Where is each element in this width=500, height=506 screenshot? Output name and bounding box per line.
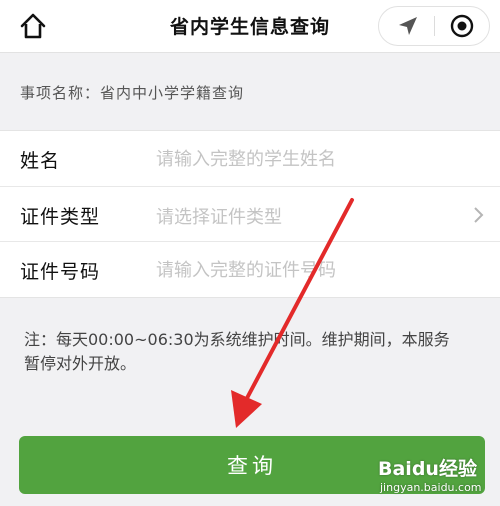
maintenance-notice: 注：每天00:00~06:30为系统维护时间。维护期间，本服务暂停对外开放。 (24, 330, 450, 373)
id-type-select[interactable]: 请选择证件类型 (156, 203, 282, 229)
id-type-label: 证件类型 (20, 206, 101, 228)
watermark-url: jingyan.baidu.com (380, 481, 482, 494)
header-bar: 省内学生信息查询 (0, 0, 500, 53)
form-row-id-number: 证件号码 (0, 241, 500, 297)
record-circle-icon[interactable] (450, 14, 474, 38)
item-name-label: 事项名称：省内中小学学籍查询 (20, 84, 245, 102)
id-number-input[interactable] (156, 256, 456, 284)
query-form: 姓名 证件类型 请选择证件类型 证件号码 (0, 130, 500, 298)
name-label: 姓名 (20, 150, 61, 172)
name-input[interactable] (156, 145, 456, 173)
form-row-id-type[interactable]: 证件类型 请选择证件类型 (0, 186, 500, 242)
chevron-right-icon (472, 205, 486, 225)
baidu-watermark: Baidu经验 jingyan.baidu.com (378, 454, 488, 500)
form-row-name: 姓名 (0, 131, 500, 186)
watermark-logo: Baidu经验 (378, 458, 477, 480)
location-arrow-icon[interactable] (397, 15, 419, 37)
id-number-label: 证件号码 (20, 261, 101, 283)
capsule-divider (434, 16, 435, 36)
mini-program-capsule (378, 6, 490, 46)
